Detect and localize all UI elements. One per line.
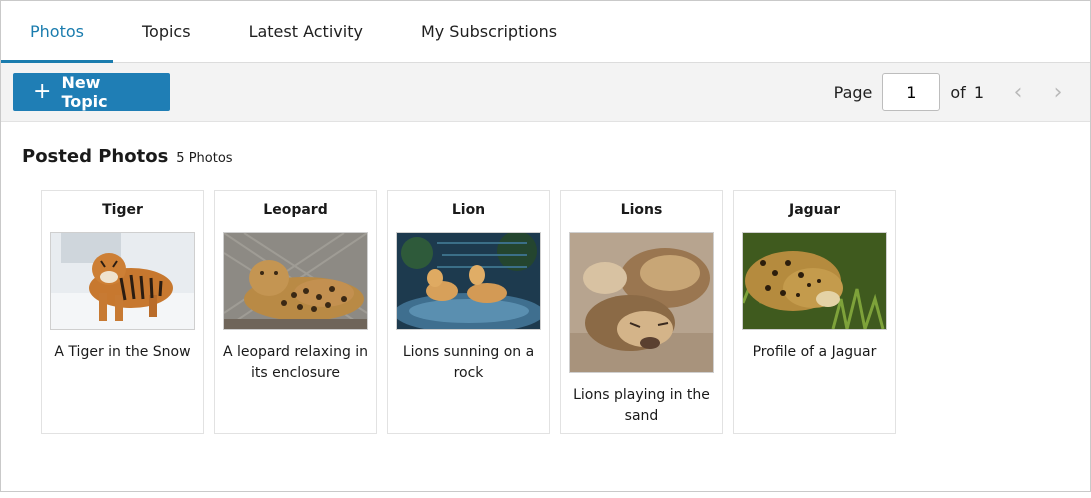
section-header: Posted Photos 5 Photos bbox=[22, 146, 233, 167]
lion-image[interactable] bbox=[396, 232, 541, 330]
jaguar-image[interactable] bbox=[742, 232, 887, 330]
tab-latest-activity[interactable]: Latest Activity bbox=[220, 1, 392, 62]
page-number-input[interactable] bbox=[882, 73, 941, 111]
page-label: Page bbox=[833, 82, 873, 102]
pagination: Page of 1 ‹ › bbox=[834, 73, 1078, 111]
tab-my-subscriptions[interactable]: My Subscriptions bbox=[392, 1, 586, 62]
photo-title: Lion bbox=[451, 202, 486, 218]
of-label: of bbox=[950, 82, 966, 102]
tab-bar: Photos Topics Latest Activity My Subscri… bbox=[1, 1, 1090, 63]
photo-gallery-panel: Photos Topics Latest Activity My Subscri… bbox=[0, 0, 1091, 492]
new-topic-button[interactable]: + New Topic bbox=[13, 73, 170, 111]
tiger-image[interactable] bbox=[50, 232, 195, 330]
toolbar: + New Topic Page of 1 ‹ › bbox=[1, 63, 1090, 122]
section-title: Posted Photos bbox=[22, 146, 169, 167]
photo-caption: A Tiger in the Snow bbox=[54, 344, 191, 360]
photo-card[interactable]: Lion Lions sunning on a rock bbox=[387, 190, 550, 434]
photo-grid: Tiger A Tiger in the Snow Leopard A leop… bbox=[41, 190, 896, 434]
photo-card[interactable]: Tiger A Tiger in the Snow bbox=[41, 190, 204, 434]
photo-count: 5 Photos bbox=[176, 151, 233, 166]
photo-card[interactable]: Lions Lions playing in the sand bbox=[560, 190, 723, 434]
photo-caption: Lions playing in the sand bbox=[573, 387, 710, 424]
leopard-image[interactable] bbox=[223, 232, 368, 330]
tab-topics[interactable]: Topics bbox=[113, 1, 220, 62]
photo-caption: A leopard relaxing in its enclosure bbox=[222, 344, 369, 381]
photo-caption: Lions sunning on a rock bbox=[402, 344, 535, 381]
photo-title: Leopard bbox=[263, 202, 328, 218]
photo-title: Tiger bbox=[102, 202, 143, 218]
photo-caption: Profile of a Jaguar bbox=[752, 344, 877, 360]
total-pages: 1 bbox=[973, 82, 984, 102]
chevron-left-icon[interactable]: ‹ bbox=[998, 80, 1038, 105]
photo-title: Lions bbox=[620, 202, 663, 218]
tab-photos[interactable]: Photos bbox=[1, 1, 113, 63]
chevron-right-icon[interactable]: › bbox=[1038, 80, 1078, 105]
new-topic-label: New Topic bbox=[61, 73, 108, 111]
photo-title: Jaguar bbox=[789, 202, 840, 218]
lions-image[interactable] bbox=[569, 232, 714, 373]
photo-card[interactable]: Jaguar Profile of a Jaguar bbox=[733, 190, 896, 434]
plus-icon: + bbox=[33, 79, 52, 104]
photo-card[interactable]: Leopard A leopard relaxing in its enclos… bbox=[214, 190, 377, 434]
